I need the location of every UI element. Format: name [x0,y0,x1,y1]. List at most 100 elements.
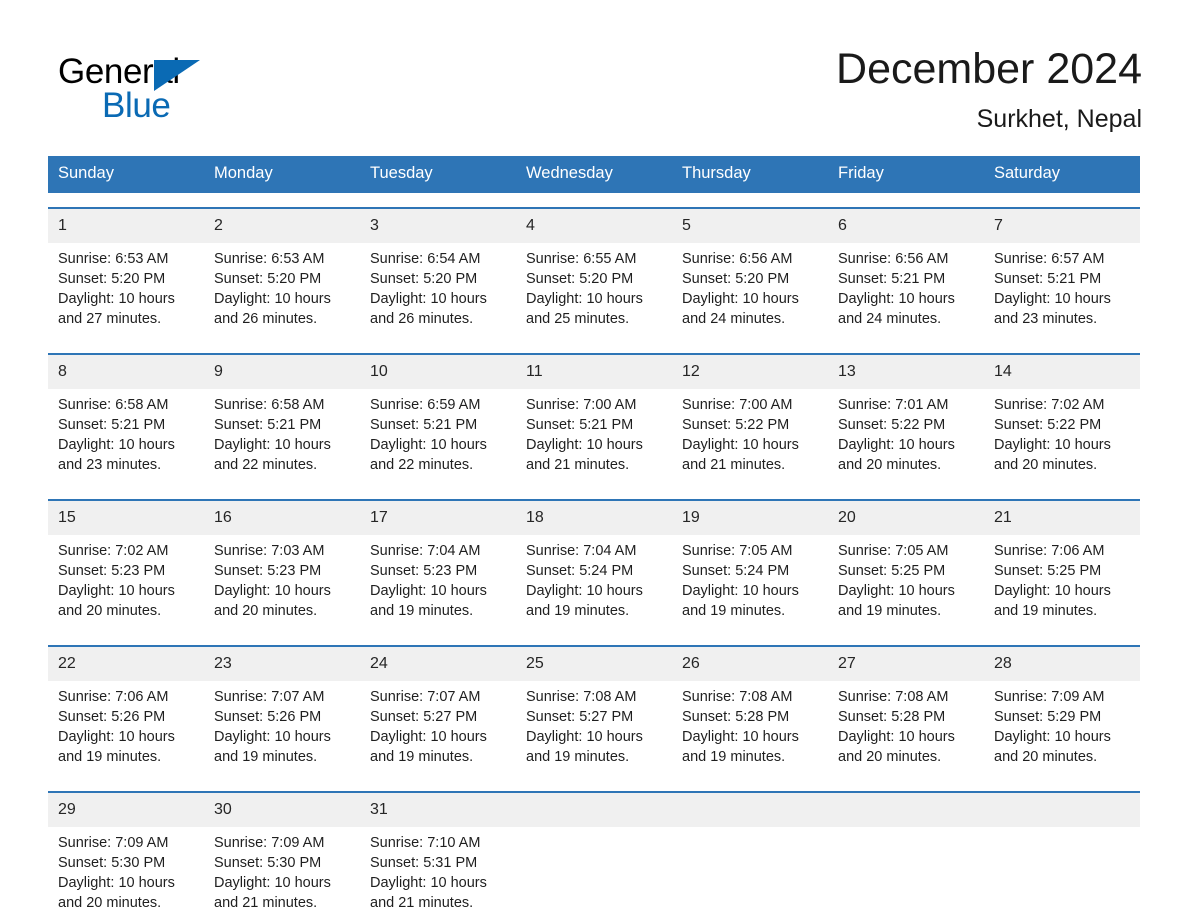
day-cell[interactable]: Sunrise: 7:07 AM Sunset: 5:27 PM Dayligh… [360,681,516,777]
day-cell[interactable]: Sunrise: 7:08 AM Sunset: 5:27 PM Dayligh… [516,681,672,777]
day-cell[interactable]: Sunrise: 7:05 AM Sunset: 5:25 PM Dayligh… [828,535,984,631]
day-cell[interactable]: Sunrise: 7:08 AM Sunset: 5:28 PM Dayligh… [828,681,984,777]
day-cell[interactable]: Sunrise: 6:55 AM Sunset: 5:20 PM Dayligh… [516,243,672,339]
sunrise-text: Sunrise: 7:08 AM [526,688,637,705]
day-number[interactable]: 20 [828,501,984,535]
sunrise-text: Sunrise: 7:00 AM [526,396,637,413]
day-number[interactable]: 17 [360,501,516,535]
day-cell[interactable]: Sunrise: 7:05 AM Sunset: 5:24 PM Dayligh… [672,535,828,631]
daylight-text-line2: and 20 minutes. [994,748,1098,765]
day-cell[interactable]: Sunrise: 6:57 AM Sunset: 5:21 PM Dayligh… [984,243,1140,339]
sunrise-text: Sunrise: 6:54 AM [370,250,481,267]
day-cell[interactable]: Sunrise: 6:53 AM Sunset: 5:20 PM Dayligh… [204,243,360,339]
day-number[interactable]: 3 [360,209,516,243]
day-cell[interactable]: Sunrise: 7:02 AM Sunset: 5:23 PM Dayligh… [48,535,204,631]
daylight-text-line1: Daylight: 10 hours [214,874,331,891]
daylight-text-line2: and 22 minutes. [214,456,318,473]
day-number[interactable]: 30 [204,793,360,827]
sunset-text: Sunset: 5:27 PM [370,708,478,725]
sunset-text: Sunset: 5:26 PM [58,708,166,725]
day-cell[interactable]: Sunrise: 7:10 AM Sunset: 5:31 PM Dayligh… [360,827,516,923]
day-number[interactable]: 21 [984,501,1140,535]
daylight-text-line1: Daylight: 10 hours [214,436,331,453]
day-cell[interactable]: Sunrise: 7:09 AM Sunset: 5:30 PM Dayligh… [48,827,204,923]
daylight-text-line1: Daylight: 10 hours [682,290,799,307]
day-cell[interactable]: Sunrise: 6:59 AM Sunset: 5:21 PM Dayligh… [360,389,516,485]
day-cell[interactable]: Sunrise: 6:53 AM Sunset: 5:20 PM Dayligh… [48,243,204,339]
day-cell[interactable]: Sunrise: 6:58 AM Sunset: 5:21 PM Dayligh… [204,389,360,485]
day-number[interactable]: 1 [48,209,204,243]
sunset-text: Sunset: 5:21 PM [526,416,634,433]
daylight-text-line2: and 19 minutes. [838,602,942,619]
day-number[interactable]: 31 [360,793,516,827]
day-number[interactable]: 26 [672,647,828,681]
general-blue-logo[interactable]: General Blue [58,44,258,123]
sunrise-text: Sunrise: 6:53 AM [58,250,169,267]
sunset-text: Sunset: 5:29 PM [994,708,1102,725]
sunrise-text: Sunrise: 7:04 AM [370,542,481,559]
day-number[interactable]: 11 [516,355,672,389]
day-number[interactable]: 14 [984,355,1140,389]
day-number[interactable]: 28 [984,647,1140,681]
day-number[interactable]: 5 [672,209,828,243]
day-detail-row: Sunrise: 7:06 AM Sunset: 5:26 PM Dayligh… [48,680,1140,777]
daylight-text-line2: and 23 minutes. [58,456,162,473]
daylight-text-line2: and 24 minutes. [682,310,786,327]
title-block: December 2024 Surkhet, Nepal [836,44,1142,134]
day-cell[interactable]: Sunrise: 7:04 AM Sunset: 5:24 PM Dayligh… [516,535,672,631]
daylight-text-line1: Daylight: 10 hours [370,436,487,453]
day-cell[interactable]: Sunrise: 7:09 AM Sunset: 5:29 PM Dayligh… [984,681,1140,777]
day-number[interactable]: 13 [828,355,984,389]
sunrise-text: Sunrise: 7:06 AM [58,688,169,705]
day-number[interactable]: 6 [828,209,984,243]
day-cell[interactable]: Sunrise: 6:54 AM Sunset: 5:20 PM Dayligh… [360,243,516,339]
day-number[interactable]: 18 [516,501,672,535]
day-number[interactable]: 7 [984,209,1140,243]
sunrise-text: Sunrise: 7:01 AM [838,396,949,413]
day-cell[interactable]: Sunrise: 7:00 AM Sunset: 5:22 PM Dayligh… [672,389,828,485]
day-number[interactable]: 23 [204,647,360,681]
day-detail-row: Sunrise: 6:58 AM Sunset: 5:21 PM Dayligh… [48,388,1140,485]
day-number[interactable]: 24 [360,647,516,681]
day-cell[interactable]: Sunrise: 6:58 AM Sunset: 5:21 PM Dayligh… [48,389,204,485]
day-cell[interactable]: Sunrise: 7:00 AM Sunset: 5:21 PM Dayligh… [516,389,672,485]
day-detail-row: Sunrise: 7:09 AM Sunset: 5:30 PM Dayligh… [48,826,1140,923]
day-number[interactable]: 29 [48,793,204,827]
day-cell[interactable]: Sunrise: 7:08 AM Sunset: 5:28 PM Dayligh… [672,681,828,777]
day-cell[interactable]: Sunrise: 7:04 AM Sunset: 5:23 PM Dayligh… [360,535,516,631]
day-number[interactable]: 15 [48,501,204,535]
sunset-text: Sunset: 5:20 PM [682,270,790,287]
day-cell[interactable]: Sunrise: 7:02 AM Sunset: 5:22 PM Dayligh… [984,389,1140,485]
day-number[interactable]: 19 [672,501,828,535]
calendar-week-row: 8 9 10 11 12 13 14 Sunrise: 6:58 AM Suns… [48,352,1140,485]
day-number[interactable]: 25 [516,647,672,681]
day-number[interactable]: 4 [516,209,672,243]
sunset-text: Sunset: 5:25 PM [994,562,1102,579]
daylight-text-line2: and 24 minutes. [838,310,942,327]
day-number[interactable]: 9 [204,355,360,389]
daylight-text-line1: Daylight: 10 hours [370,582,487,599]
day-cell[interactable]: Sunrise: 6:56 AM Sunset: 5:21 PM Dayligh… [828,243,984,339]
day-number[interactable]: 2 [204,209,360,243]
daylight-text-line1: Daylight: 10 hours [370,290,487,307]
day-detail-row: Sunrise: 7:02 AM Sunset: 5:23 PM Dayligh… [48,534,1140,631]
day-number[interactable]: 12 [672,355,828,389]
day-number[interactable]: 16 [204,501,360,535]
day-cell[interactable]: Sunrise: 6:56 AM Sunset: 5:20 PM Dayligh… [672,243,828,339]
daylight-text-line1: Daylight: 10 hours [994,582,1111,599]
day-cell[interactable]: Sunrise: 7:03 AM Sunset: 5:23 PM Dayligh… [204,535,360,631]
sunrise-text: Sunrise: 7:02 AM [58,542,169,559]
daylight-text-line2: and 19 minutes. [682,748,786,765]
day-cell[interactable]: Sunrise: 7:07 AM Sunset: 5:26 PM Dayligh… [204,681,360,777]
day-number[interactable]: 22 [48,647,204,681]
day-cell[interactable]: Sunrise: 7:01 AM Sunset: 5:22 PM Dayligh… [828,389,984,485]
sunrise-text: Sunrise: 6:56 AM [682,250,793,267]
day-cell[interactable]: Sunrise: 7:06 AM Sunset: 5:25 PM Dayligh… [984,535,1140,631]
sunset-text: Sunset: 5:24 PM [526,562,634,579]
day-number[interactable]: 27 [828,647,984,681]
day-number[interactable]: 10 [360,355,516,389]
day-cell[interactable]: Sunrise: 7:09 AM Sunset: 5:30 PM Dayligh… [204,827,360,923]
day-cell[interactable]: Sunrise: 7:06 AM Sunset: 5:26 PM Dayligh… [48,681,204,777]
sunrise-text: Sunrise: 7:05 AM [838,542,949,559]
day-number[interactable]: 8 [48,355,204,389]
